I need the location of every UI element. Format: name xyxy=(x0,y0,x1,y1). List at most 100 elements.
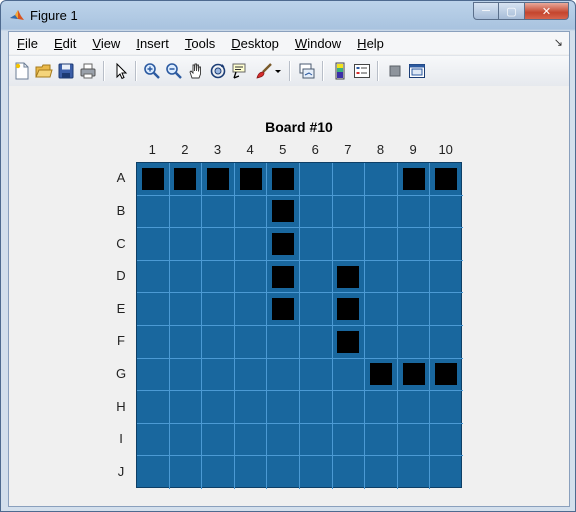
menu-label: iew xyxy=(100,35,121,51)
column-label: 4 xyxy=(246,142,254,157)
print-icon[interactable] xyxy=(79,62,97,80)
menu-mnemonic: H xyxy=(357,35,367,51)
grid-line xyxy=(429,163,431,489)
close-button[interactable]: ✕ xyxy=(525,2,569,20)
menu-label: nsert xyxy=(139,35,169,51)
grid-line xyxy=(168,163,170,489)
column-label: 8 xyxy=(376,142,385,157)
grid-line xyxy=(201,163,203,489)
row-label: H xyxy=(116,398,126,414)
hide-plot-tools-icon[interactable] xyxy=(386,62,404,80)
menu-label: dit xyxy=(62,35,77,51)
ship-cell xyxy=(337,298,360,321)
ship-cell xyxy=(239,167,262,190)
pan-icon[interactable] xyxy=(187,62,205,80)
menu-edit[interactable]: Edit xyxy=(46,36,84,51)
open-file-icon[interactable] xyxy=(35,62,53,80)
game-board[interactable] xyxy=(136,162,463,489)
title-bar[interactable]: Figure 1 ─ ▢ ✕ xyxy=(1,1,575,31)
zoom-in-icon[interactable] xyxy=(143,62,161,80)
menu-mnemonic: F xyxy=(17,35,25,51)
column-label: 3 xyxy=(213,142,222,157)
save-icon[interactable] xyxy=(57,62,75,80)
ship-cell xyxy=(402,363,425,386)
menu-label: elp xyxy=(366,35,384,51)
ship-cell xyxy=(402,167,425,190)
menu-desktop[interactable]: Desktop xyxy=(223,36,287,51)
menu-mnemonic: E xyxy=(53,35,63,51)
window-controls: ─ ▢ ✕ xyxy=(473,2,569,20)
menu-insert[interactable]: Insert xyxy=(128,36,177,51)
ship-cell xyxy=(337,330,360,353)
brush-icon[interactable] xyxy=(255,62,273,80)
ship-cell xyxy=(337,265,360,288)
toolbar-separator xyxy=(103,61,104,81)
close-icon: ✕ xyxy=(541,5,552,18)
row-label: D xyxy=(116,268,126,284)
grid-line xyxy=(137,422,463,424)
edit-plot-arrow-icon[interactable] xyxy=(112,62,130,80)
ship-cell xyxy=(174,167,197,190)
grid-line xyxy=(137,357,463,359)
row-label: I xyxy=(119,431,123,447)
figure-canvas[interactable]: Board #10 1 2 3 4 5 6 7 8 9 10 AB C DE FG H IJ xyxy=(9,86,569,506)
row-label: A xyxy=(116,170,126,186)
ship-cell xyxy=(207,167,229,190)
grid-line xyxy=(364,163,366,489)
row-label: F xyxy=(117,333,125,349)
insert-legend-icon[interactable] xyxy=(353,62,371,80)
column-label: 5 xyxy=(279,142,287,157)
data-cursor-icon[interactable] xyxy=(231,62,249,80)
column-label: 2 xyxy=(181,142,189,157)
column-label: 9 xyxy=(409,142,417,157)
maximize-button[interactable]: ▢ xyxy=(499,2,525,20)
link-plot-icon[interactable] xyxy=(298,62,316,80)
dock-arrow-icon[interactable]: ↘ xyxy=(554,36,563,49)
menu-tools[interactable]: Tools xyxy=(177,36,223,51)
toolbar-separator xyxy=(322,61,323,81)
minimize-button[interactable]: ─ xyxy=(473,2,499,20)
menu-file[interactable]: File xyxy=(9,36,46,51)
grid-line xyxy=(137,292,463,294)
rotate-3d-icon[interactable] xyxy=(209,62,227,80)
zoom-out-icon[interactable] xyxy=(165,62,183,80)
grid-line xyxy=(299,163,300,489)
ship-cell xyxy=(272,298,295,321)
toolbar-separator xyxy=(377,61,378,81)
new-figure-icon[interactable] xyxy=(13,62,31,80)
grid-line xyxy=(233,163,235,489)
menu-label: indow xyxy=(307,35,342,51)
row-label: J xyxy=(117,463,125,479)
brush-dropdown-icon[interactable] xyxy=(273,62,283,80)
show-plot-tools-icon[interactable] xyxy=(408,62,426,80)
menu-mnemonic: D xyxy=(231,35,241,51)
insert-colorbar-icon[interactable] xyxy=(331,62,349,80)
ship-cell xyxy=(141,167,164,190)
ship-cell xyxy=(272,167,295,190)
grid-line xyxy=(137,227,463,229)
maximize-icon: ▢ xyxy=(506,5,517,18)
column-label: 6 xyxy=(311,142,319,157)
column-label: 10 xyxy=(438,142,453,157)
grid-line xyxy=(137,455,463,457)
matlab-logo-icon xyxy=(10,10,24,20)
menu-bar: File Edit View Insert Tools Desktop Window Help xyxy=(9,32,569,54)
ship-cell xyxy=(272,233,295,255)
column-label: 7 xyxy=(344,142,352,157)
grid-line xyxy=(396,163,398,489)
row-label: B xyxy=(116,202,126,218)
menu-window[interactable]: Window xyxy=(287,36,349,51)
figure-window: Figure 1 ─ ▢ ✕ File Edit View Insert Tools De… xyxy=(0,0,576,512)
menu-label: esktop xyxy=(240,35,279,51)
ship-cell xyxy=(435,167,458,190)
minimize-icon: ─ xyxy=(482,5,490,17)
menu-help[interactable]: Help xyxy=(349,36,392,51)
grid-line xyxy=(137,259,463,261)
grid-line xyxy=(331,163,333,489)
menu-mnemonic: W xyxy=(294,35,308,51)
grid-line xyxy=(137,194,463,196)
toolbar-separator xyxy=(289,61,290,81)
grid-line xyxy=(266,163,268,489)
ship-cell xyxy=(435,363,458,386)
menu-view[interactable]: View xyxy=(84,36,128,51)
